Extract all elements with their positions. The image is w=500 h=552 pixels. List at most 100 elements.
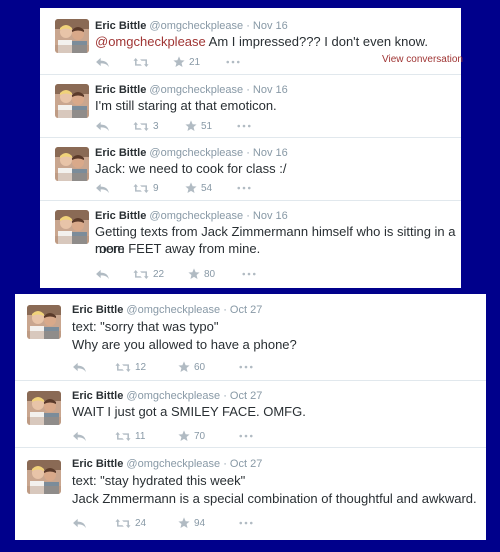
- author-handle[interactable]: @omgcheckplease: [126, 390, 220, 402]
- more-button[interactable]: [226, 55, 240, 69]
- avatar[interactable]: [27, 391, 61, 425]
- favorite-button[interactable]: 60: [178, 360, 205, 374]
- author-name[interactable]: Eric Bittle: [72, 304, 123, 316]
- avatar[interactable]: [27, 460, 61, 494]
- author-name[interactable]: Eric Bittle: [72, 458, 123, 470]
- retweet-icon: [115, 431, 131, 442]
- tweet-date[interactable]: Oct 27: [230, 304, 262, 316]
- star-icon: [185, 182, 197, 194]
- tweet[interactable]: Eric Bittle @omgcheckplease · Nov 16 Get…: [40, 201, 461, 288]
- more-button[interactable]: [237, 119, 251, 133]
- favorite-button[interactable]: 94: [178, 516, 205, 530]
- author-name[interactable]: Eric Bittle: [95, 84, 146, 96]
- tweet[interactable]: Eric Bittle @omgcheckplease · Nov 16 Jac…: [40, 138, 461, 201]
- author-handle[interactable]: @omgcheckplease: [149, 210, 243, 222]
- tweet[interactable]: Eric Bittle @omgcheckplease · Oct 27 WAI…: [15, 381, 486, 448]
- author-handle[interactable]: @omgcheckplease: [149, 20, 243, 32]
- reply-button[interactable]: [72, 516, 87, 530]
- reply-button[interactable]: [95, 55, 110, 69]
- more-icon: [237, 186, 251, 190]
- favorite-button[interactable]: 21: [173, 55, 200, 69]
- retweet-button[interactable]: 9: [133, 181, 159, 195]
- author-name[interactable]: Eric Bittle: [95, 20, 146, 32]
- more-button[interactable]: [239, 360, 253, 374]
- reply-button[interactable]: [95, 181, 110, 195]
- star-icon: [173, 56, 185, 68]
- star-icon: [185, 120, 197, 132]
- star-icon: [178, 517, 190, 529]
- tweet-date[interactable]: Nov 16: [253, 210, 288, 222]
- tweet-actions: 22 80: [95, 267, 295, 281]
- author-name[interactable]: Eric Bittle: [95, 210, 146, 222]
- author-handle[interactable]: @omgcheckplease: [149, 84, 243, 96]
- retweet-button[interactable]: 12: [115, 360, 146, 374]
- tweet-date[interactable]: Oct 27: [230, 390, 262, 402]
- favorite-count: 54: [201, 182, 213, 194]
- more-button[interactable]: [239, 429, 253, 443]
- author-handle[interactable]: @omgcheckplease: [126, 458, 220, 470]
- reply-icon: [95, 269, 110, 280]
- favorite-button[interactable]: 80: [188, 267, 215, 281]
- star-icon: [178, 430, 190, 442]
- favorite-count: 80: [204, 268, 216, 280]
- star-icon: [178, 361, 190, 373]
- tweet-body: Am I impressed??? I don't even know.: [205, 34, 428, 49]
- tweet-date[interactable]: Oct 27: [230, 458, 262, 470]
- author-name[interactable]: Eric Bittle: [95, 147, 146, 159]
- favorite-button[interactable]: 51: [185, 119, 212, 133]
- tweet[interactable]: Eric Bittle @omgcheckplease · Nov 16 I'm…: [40, 75, 461, 138]
- favorite-button[interactable]: 54: [185, 181, 212, 195]
- reply-button[interactable]: [95, 267, 110, 281]
- tweet-panel-top: Eric Bittle @omgcheckplease · Nov 16 @om…: [40, 8, 463, 288]
- retweet-count: 9: [153, 182, 159, 194]
- retweet-button[interactable]: [133, 55, 153, 69]
- tweet-header: Eric Bittle @omgcheckplease · Oct 27: [72, 389, 262, 403]
- retweet-button[interactable]: 24: [115, 516, 146, 530]
- retweet-icon: [115, 362, 131, 373]
- avatar[interactable]: [55, 147, 89, 181]
- avatar[interactable]: [27, 305, 61, 339]
- separator: ·: [243, 147, 253, 159]
- favorite-button[interactable]: 70: [178, 429, 205, 443]
- reply-icon: [72, 362, 87, 373]
- retweet-count: 3: [153, 120, 159, 132]
- tweet-actions: 11 70: [72, 429, 272, 443]
- author-handle[interactable]: @omgcheckplease: [149, 147, 243, 159]
- tweet-date[interactable]: Nov 16: [253, 20, 288, 32]
- more-button[interactable]: [239, 516, 253, 530]
- tweet-text-line-1: text: "stay hydrated this week": [72, 473, 246, 488]
- retweet-button[interactable]: 22: [133, 267, 164, 281]
- more-icon: [239, 365, 253, 369]
- more-button[interactable]: [237, 181, 251, 195]
- favorite-count: 21: [189, 56, 201, 68]
- tweet[interactable]: Eric Bittle @omgcheckplease · Oct 27 tex…: [15, 294, 486, 381]
- mention-link[interactable]: @omgcheckplease: [95, 34, 206, 49]
- retweet-button[interactable]: 11: [115, 429, 145, 443]
- reply-button[interactable]: [95, 119, 110, 133]
- avatar[interactable]: [55, 84, 89, 118]
- star-icon: [188, 268, 200, 280]
- reply-button[interactable]: [72, 360, 87, 374]
- tweet[interactable]: Eric Bittle @omgcheckplease · Nov 16 @om…: [40, 8, 463, 75]
- reply-button[interactable]: [72, 429, 87, 443]
- tweet[interactable]: Eric Bittle @omgcheckplease · Oct 27 tex…: [15, 448, 486, 540]
- tweet-text-line-2: Why are you allowed to have a phone?: [72, 337, 297, 352]
- tweet-date[interactable]: Nov 16: [253, 147, 288, 159]
- tweet-panel-bottom: Eric Bittle @omgcheckplease · Oct 27 tex…: [15, 294, 486, 540]
- tweet-header: Eric Bittle @omgcheckplease · Nov 16: [95, 209, 288, 223]
- avatar[interactable]: [55, 210, 89, 244]
- more-button[interactable]: [242, 267, 256, 281]
- view-conversation-link[interactable]: View conversation: [382, 54, 463, 65]
- author-handle[interactable]: @omgcheckplease: [126, 304, 220, 316]
- retweet-button[interactable]: 3: [133, 119, 159, 133]
- tweet-text-line-2: Jack Zmmermann is a special combination …: [72, 491, 477, 506]
- avatar[interactable]: [55, 19, 89, 53]
- tweet-text: Jack: we need to cook for class :/: [95, 161, 287, 176]
- tweet-header: Eric Bittle @omgcheckplease · Nov 16: [95, 83, 288, 97]
- retweet-count: 11: [135, 430, 146, 442]
- reply-icon: [95, 183, 110, 194]
- tweet-date[interactable]: Nov 16: [253, 84, 288, 96]
- author-name[interactable]: Eric Bittle: [72, 390, 123, 402]
- separator: ·: [243, 210, 253, 222]
- tweet-header: Eric Bittle @omgcheckplease · Nov 16: [95, 19, 288, 33]
